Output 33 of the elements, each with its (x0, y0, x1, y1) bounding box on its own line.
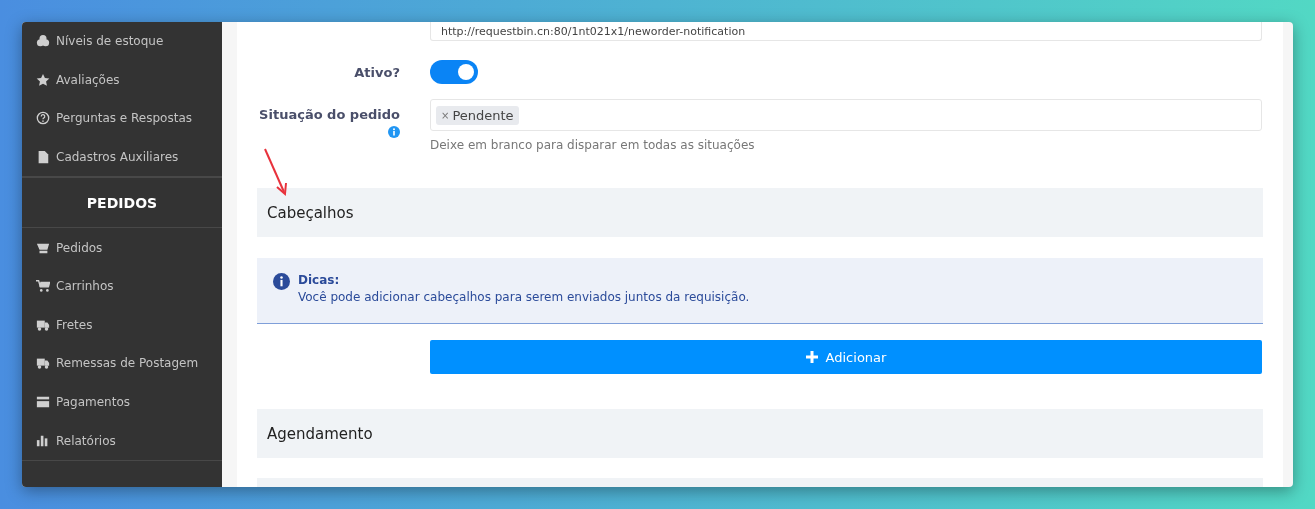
sidebar-heading: PEDIDOS (86, 194, 158, 211)
url-field[interactable]: http://requestbin.cn:80/1nt021x1/neworder-notification (430, 22, 1262, 41)
tag-select-field[interactable]: × Pendente (430, 99, 1262, 131)
tag-label: Pendente (452, 107, 514, 123)
toggle-switch[interactable] (430, 60, 478, 84)
bar-chart-icon (36, 433, 50, 448)
hint-text: Deixe em branco para disparar em todas as situações (430, 138, 756, 152)
section-header: Cabeçalhos (257, 188, 1263, 237)
card-icon (36, 395, 50, 410)
sidebar-item[interactable]: Fretes (22, 305, 222, 345)
info-icon (273, 273, 290, 290)
section-header: Agendamento (257, 409, 1263, 458)
file-icon (36, 150, 50, 165)
plus-icon (805, 351, 818, 363)
info-icon[interactable] (388, 126, 400, 138)
truck-icon (36, 356, 50, 371)
tip-text: Você pode adicionar cabeçalhos para serem enviados juntos da requisição. (298, 290, 750, 304)
star-icon (36, 72, 50, 87)
sidebar-item[interactable]: Pagamentos (22, 382, 222, 422)
sidebar-item[interactable]: Pedidos (22, 228, 222, 267)
sidebar-item[interactable]: Avaliações (22, 60, 222, 100)
sidebar-item[interactable]: Remessas de Postagem (22, 344, 222, 383)
remove-tag-button[interactable]: × (441, 109, 450, 121)
sidebar-item[interactable]: Níveis de estoque (22, 22, 222, 61)
sidebar-item[interactable]: Relatórios (22, 421, 222, 460)
tip-title: Dicas: (298, 273, 341, 287)
sidebar-item[interactable]: Cadastros Auxiliares (22, 137, 222, 177)
field-label: Situação do pedido (259, 107, 400, 122)
cart-icon (36, 279, 50, 294)
question-icon (36, 111, 50, 126)
sidebar-item[interactable]: Carrinhos (22, 266, 222, 306)
field-label: Ativo? (353, 64, 400, 80)
sidebar-item[interactable]: Perguntas e Respostas (22, 99, 222, 138)
